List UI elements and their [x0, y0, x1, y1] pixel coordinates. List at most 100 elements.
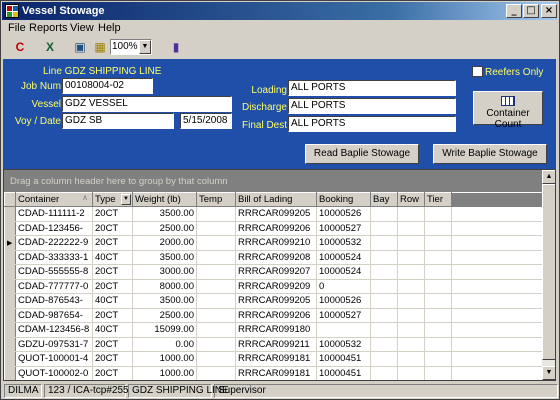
chevron-down-icon[interactable]: ▼ [139, 40, 151, 54]
bay-cell[interactable] [370, 337, 398, 352]
temp-cell[interactable] [196, 264, 236, 280]
vessel-field[interactable]: GDZ VESSEL [62, 96, 232, 112]
bill-of-lading-cell[interactable]: RRRCAR099210 [235, 235, 317, 251]
row-cell[interactable] [397, 235, 425, 251]
type-cell[interactable]: 20CT [92, 308, 133, 323]
row-cell[interactable] [397, 206, 425, 222]
table-row[interactable]: CDAD-555555-8 20CT 3000.00 RRRCAR099207 1000… [4, 264, 548, 280]
weight-lb-cell[interactable]: 3500.00 [132, 250, 197, 265]
column-header-container[interactable]: Container ∧ [15, 192, 93, 207]
row-selector[interactable] [4, 308, 16, 323]
row-selector[interactable] [4, 279, 16, 294]
bay-cell[interactable] [370, 235, 398, 251]
voyage-field[interactable]: GDZ SB [62, 113, 174, 129]
vertical-scrollbar[interactable]: ▲ ▼ [542, 170, 555, 380]
temp-cell[interactable] [196, 279, 236, 294]
weight-lb-cell[interactable]: 2000.00 [132, 235, 197, 251]
scroll-thumb[interactable] [542, 184, 555, 360]
bay-cell[interactable] [370, 322, 398, 338]
bay-cell[interactable] [370, 264, 398, 280]
booking-cell[interactable]: 10000532 [316, 235, 371, 251]
temp-cell[interactable] [196, 351, 236, 367]
minimize-button[interactable]: _ [506, 4, 522, 18]
title-bar[interactable]: Vessel Stowage _ □ × [2, 2, 558, 20]
job-num-field[interactable]: 00108004-02 [62, 78, 153, 94]
weight-lb-cell[interactable]: 3500.00 [132, 293, 197, 309]
bill-of-lading-cell[interactable]: RRRCAR099209 [235, 279, 317, 294]
booking-cell[interactable]: 10000524 [316, 264, 371, 280]
bill-of-lading-cell[interactable]: RRRCAR099181 [235, 366, 317, 380]
scroll-up-icon[interactable]: ▲ [542, 170, 555, 184]
tier-cell[interactable] [424, 351, 452, 367]
bay-cell[interactable] [370, 221, 398, 236]
bay-cell[interactable] [370, 206, 398, 222]
tier-cell[interactable] [424, 366, 452, 380]
excel-export-icon[interactable]: X [42, 39, 58, 55]
bill-of-lading-cell[interactable]: RRRCAR099206 [235, 221, 317, 236]
temp-cell[interactable] [196, 322, 236, 338]
temp-cell[interactable] [196, 250, 236, 265]
row-selector[interactable] [4, 366, 16, 380]
menu-file[interactable]: File [8, 22, 26, 34]
booking-cell[interactable] [316, 322, 371, 338]
weight-lb-cell[interactable]: 15099.00 [132, 322, 197, 338]
column-header-type[interactable]: Type ▼ [92, 192, 133, 207]
temp-cell[interactable] [196, 221, 236, 236]
row-cell[interactable] [397, 351, 425, 367]
bill-of-lading-cell[interactable]: RRRCAR099205 [235, 293, 317, 309]
container-cell[interactable]: CDAM-123456-8 [15, 322, 93, 338]
type-cell[interactable]: 20CT [92, 351, 133, 367]
container-count-button[interactable]: Container Count [473, 91, 543, 130]
weight-lb-cell[interactable]: 2500.00 [132, 308, 197, 323]
close-button[interactable]: × [541, 4, 557, 18]
column-header-row[interactable]: Row [397, 192, 425, 207]
temp-cell[interactable] [196, 366, 236, 380]
type-cell[interactable]: 40CT [92, 322, 133, 338]
tier-cell[interactable] [424, 279, 452, 294]
booking-cell[interactable]: 10000527 [316, 308, 371, 323]
table-row[interactable]: QUOT-100001-4 20CT 1000.00 RRRCAR099181 1000… [4, 351, 548, 367]
container-cell[interactable]: QUOT-100002-0 [15, 366, 93, 380]
filter-dropdown-icon[interactable]: ▼ [121, 194, 131, 205]
tier-cell[interactable] [424, 250, 452, 265]
tier-cell[interactable] [424, 293, 452, 309]
bay-cell[interactable] [370, 293, 398, 309]
column-header-tier[interactable]: Tier [424, 192, 452, 207]
container-cell[interactable]: CDAD-111111-2 [15, 206, 93, 222]
menu-help[interactable]: Help [98, 22, 121, 34]
date-field[interactable]: 5/15/2008 [180, 113, 232, 129]
container-cell[interactable]: QUOT-100001-4 [15, 351, 93, 367]
weight-lb-cell[interactable]: 0.00 [132, 337, 197, 352]
row-cell[interactable] [397, 293, 425, 309]
weight-lb-cell[interactable]: 2500.00 [132, 221, 197, 236]
tier-cell[interactable] [424, 308, 452, 323]
row-cell[interactable] [397, 221, 425, 236]
type-cell[interactable]: 40CT [92, 250, 133, 265]
booking-cell[interactable]: 10000532 [316, 337, 371, 352]
bill-of-lading-cell[interactable]: RRRCAR099180 [235, 322, 317, 338]
weight-lb-cell[interactable]: 3500.00 [132, 206, 197, 222]
row-cell[interactable] [397, 250, 425, 265]
bill-of-lading-cell[interactable]: RRRCAR099206 [235, 308, 317, 323]
table-row[interactable]: CDAD-123456- 20CT 2500.00 RRRCAR099206 10000… [4, 221, 548, 236]
booking-cell[interactable]: 10000451 [316, 351, 371, 367]
loading-field[interactable]: ALL PORTS [288, 80, 456, 96]
type-cell[interactable]: 40CT [92, 293, 133, 309]
refresh-icon[interactable]: C [12, 39, 28, 55]
booking-cell[interactable]: 10000526 [316, 293, 371, 309]
column-header-temp[interactable]: Temp [196, 192, 236, 207]
row-selector[interactable]: ▶ [4, 235, 16, 251]
weight-lb-cell[interactable]: 1000.00 [132, 366, 197, 380]
row-selector[interactable] [4, 206, 16, 222]
scroll-down-icon[interactable]: ▼ [542, 366, 555, 380]
table-row[interactable]: CDAD-876543- 40CT 3500.00 RRRCAR099205 10000… [4, 293, 548, 309]
table-row[interactable]: CDAD-777777-0 20CT 8000.00 RRRCAR099209 0 [4, 279, 548, 294]
container-cell[interactable]: CDAD-555555-8 [15, 264, 93, 280]
app-icon[interactable] [5, 4, 19, 18]
bill-of-lading-cell[interactable]: RRRCAR099211 [235, 337, 317, 352]
final-dest-field[interactable]: ALL PORTS [288, 116, 456, 132]
row-selector[interactable] [4, 221, 16, 236]
bill-of-lading-cell[interactable]: RRRCAR099205 [235, 206, 317, 222]
bay-cell[interactable] [370, 308, 398, 323]
temp-cell[interactable] [196, 308, 236, 323]
